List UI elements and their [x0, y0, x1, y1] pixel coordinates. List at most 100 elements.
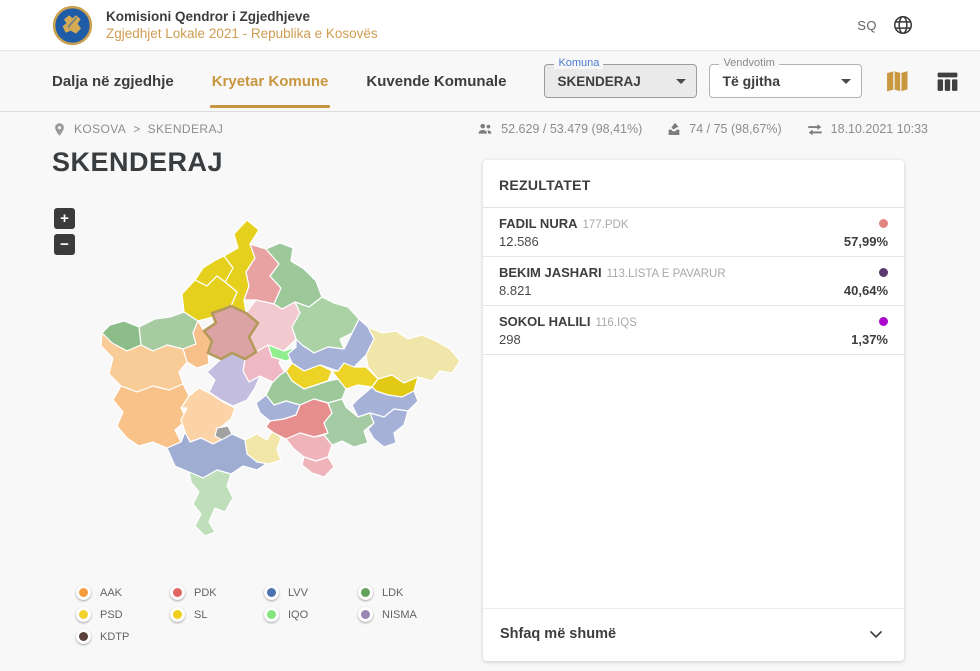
- counted-value: 74 / 75 (98,67%): [689, 122, 781, 136]
- candidate-percent: 1,37%: [851, 332, 888, 347]
- candidate-party: 116.IQS: [595, 317, 636, 329]
- candidate-party: 113.LISTA E PAVARUR: [607, 268, 726, 280]
- dropdown-caret-icon: [676, 79, 686, 84]
- turnout-value: 52.629 / 53.479 (98,41%): [501, 122, 642, 136]
- legend-item: LVV: [264, 585, 358, 600]
- legend-party-dot: [76, 629, 91, 644]
- app-title: Komisioni Qendror i Zgjedhjeve: [106, 8, 378, 25]
- sync-arrows-icon: [806, 120, 824, 138]
- ballot-box-icon: [666, 121, 682, 137]
- map-region[interactable]: [302, 457, 334, 477]
- counted-stat: 74 / 75 (98,67%): [666, 121, 781, 137]
- candidate-row[interactable]: FADIL NURA 177.PDK 12.586 57,99%: [483, 208, 904, 257]
- chevron-down-icon: [866, 624, 886, 644]
- candidate-votes: 298: [499, 332, 521, 347]
- language-code[interactable]: SQ: [857, 18, 877, 33]
- map-zoom-controls: + −: [54, 208, 75, 255]
- map-region[interactable]: [113, 384, 189, 448]
- legend-item: KDTP: [76, 629, 170, 644]
- legend-item: IQO: [264, 607, 358, 622]
- header-titles: Komisioni Qendror i Zgjedhjeve Zgjedhjet…: [106, 8, 378, 42]
- updated-stat: 18.10.2021 10:33: [806, 120, 928, 138]
- show-more-label: Shfaq më shumë: [500, 626, 616, 642]
- zoom-in-button[interactable]: +: [54, 208, 75, 229]
- page-title: SKENDERAJ: [52, 147, 223, 178]
- legend-party-label: IQO: [288, 609, 308, 621]
- map-region[interactable]: [366, 327, 460, 383]
- candidate-name: BEKIM JASHARI: [499, 265, 602, 280]
- candidate-votes: 12.586: [499, 234, 539, 249]
- candidate-row[interactable]: BEKIM JASHARI 113.LISTA E PAVARUR 8.821 …: [483, 257, 904, 306]
- candidate-row[interactable]: SOKOL HALILI 116.IQS 298 1,37%: [483, 306, 904, 355]
- legend-party-label: NISMA: [382, 609, 417, 621]
- map-region[interactable]: [368, 409, 408, 447]
- candidate-color-dot: [879, 317, 888, 326]
- legend-party-dot: [76, 585, 91, 600]
- map-region[interactable]: [286, 433, 332, 461]
- party-legend: AAK PDK LVV LDK PSD SL IQO NISMA KDTP: [76, 585, 452, 644]
- legend-party-label: PSD: [100, 609, 123, 621]
- legend-item: SL: [170, 607, 264, 622]
- legend-item: PSD: [76, 607, 170, 622]
- legend-item: AAK: [76, 585, 170, 600]
- results-title: REZULTATET: [483, 160, 904, 208]
- breadcrumb-separator: >: [133, 122, 140, 136]
- vendvotim-select-label: Vendvotim: [719, 57, 778, 69]
- kosovo-municipalities-map[interactable]: [95, 216, 467, 548]
- legend-item: PDK: [170, 585, 264, 600]
- candidate-color-dot: [879, 268, 888, 277]
- globe-icon[interactable]: [892, 14, 914, 36]
- breadcrumb: KOSOVA > SKENDERAJ: [52, 122, 223, 137]
- breadcrumb-item-kosova[interactable]: KOSOVA: [74, 122, 126, 136]
- voters-icon: [476, 120, 494, 138]
- election-results-page: Komisioni Qendror i Zgjedhjeve Zgjedhjet…: [0, 0, 980, 671]
- komuna-select-label: Komuna: [554, 57, 603, 69]
- candidate-party: 177.PDK: [582, 219, 628, 231]
- legend-party-label: SL: [194, 609, 207, 621]
- legend-party-label: PDK: [194, 587, 217, 599]
- legend-item: NISMA: [358, 607, 452, 622]
- stats: 52.629 / 53.479 (98,41%) 74 / 75 (98,67%…: [476, 120, 928, 138]
- candidates-list: FADIL NURA 177.PDK 12.586 57,99% BEKIM J…: [483, 208, 904, 355]
- komuna-select-value: SKENDERAJ: [557, 74, 640, 89]
- legend-party-label: LDK: [382, 587, 403, 599]
- legend-party-dot: [358, 607, 373, 622]
- legend-party-label: KDTP: [100, 631, 129, 643]
- results-panel: REZULTATET FADIL NURA 177.PDK 12.586 57,…: [483, 160, 904, 661]
- table-view-icon[interactable]: [935, 69, 960, 94]
- legend-item: LDK: [358, 585, 452, 600]
- updated-value: 18.10.2021 10:33: [831, 122, 928, 136]
- komuna-select[interactable]: Komuna SKENDERAJ: [544, 64, 697, 98]
- legend-party-dot: [264, 585, 279, 600]
- legend-party-dot: [170, 585, 185, 600]
- candidate-percent: 40,64%: [844, 283, 888, 298]
- vendvotim-select[interactable]: Vendvotim Të gjitha: [709, 64, 862, 98]
- map-view-icon[interactable]: [885, 69, 910, 94]
- turnout-stat: 52.629 / 53.479 (98,41%): [476, 120, 642, 138]
- breadcrumb-row: KOSOVA > SKENDERAJ 52.629 / 53.479 (98,4…: [0, 112, 980, 146]
- dropdown-caret-icon: [841, 79, 851, 84]
- legend-party-dot: [264, 607, 279, 622]
- kqz-logo-icon: [52, 5, 93, 46]
- app-subtitle: Zgjedhjet Lokale 2021 - Republika e Koso…: [106, 25, 378, 42]
- show-more-button[interactable]: Shfaq më shumë: [483, 608, 904, 661]
- candidate-name: FADIL NURA: [499, 216, 577, 231]
- legend-party-dot: [358, 585, 373, 600]
- tab-dalja-ne-zgjedhje[interactable]: Dalja në zgjedhje: [52, 51, 174, 111]
- legend-party-dot: [170, 607, 185, 622]
- vendvotim-select-value: Të gjitha: [722, 73, 780, 89]
- candidate-name: SOKOL HALILI: [499, 314, 590, 329]
- zoom-out-button[interactable]: −: [54, 234, 75, 255]
- location-pin-icon: [52, 122, 67, 137]
- candidate-percent: 57,99%: [844, 234, 888, 249]
- nav-row: Dalja në zgjedhje Kryetar Komune Kuvende…: [0, 51, 980, 112]
- tab-kuvende-komunale[interactable]: Kuvende Komunale: [366, 51, 506, 111]
- breadcrumb-item-skenderaj: SKENDERAJ: [148, 122, 224, 136]
- legend-party-dot: [76, 607, 91, 622]
- candidate-color-dot: [879, 219, 888, 228]
- tab-kryetar-komune[interactable]: Kryetar Komune: [212, 51, 329, 111]
- legend-party-label: LVV: [288, 587, 308, 599]
- app-header: Komisioni Qendror i Zgjedhjeve Zgjedhjet…: [0, 0, 980, 51]
- tabs: Dalja në zgjedhje Kryetar Komune Kuvende…: [52, 51, 544, 111]
- map-region[interactable]: [189, 470, 233, 536]
